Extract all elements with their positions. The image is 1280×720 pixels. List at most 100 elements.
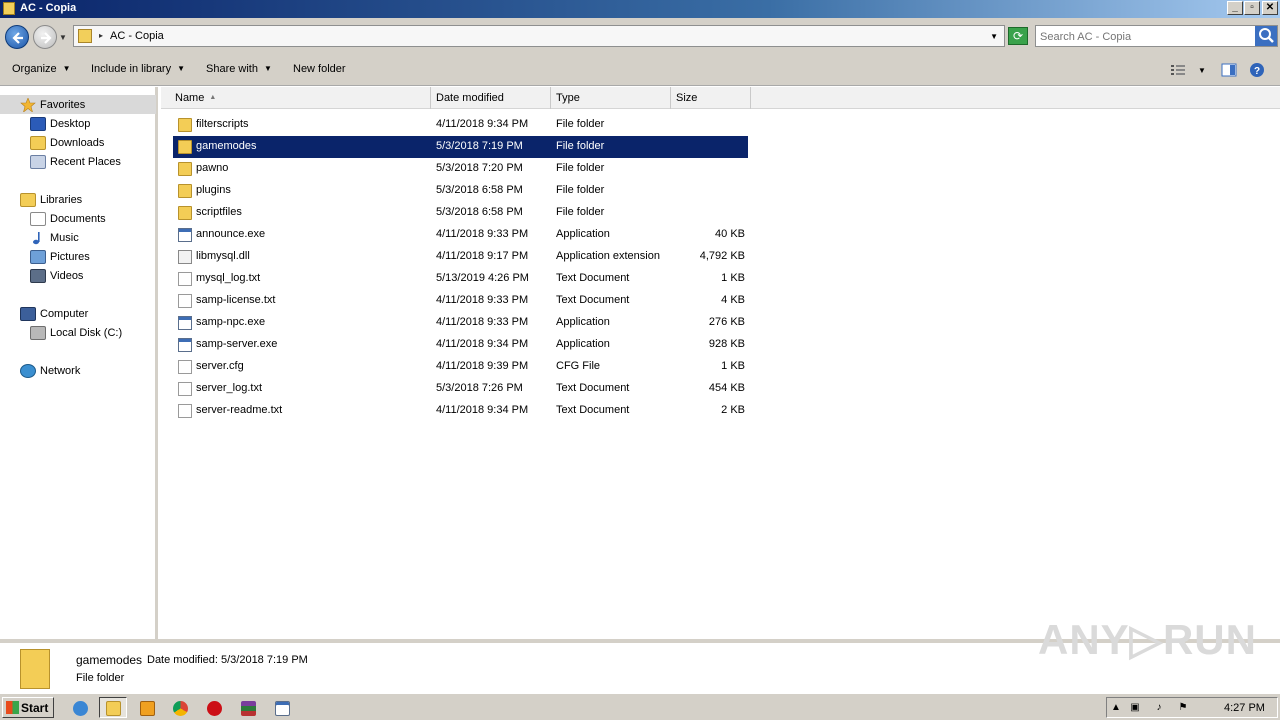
file-row[interactable]: announce.exe 4/11/2018 9:33 PM Applicati… (173, 224, 748, 246)
file-name: server_log.txt (196, 382, 263, 394)
column-header-name[interactable]: Name ▲ (170, 87, 431, 109)
chevron-down-icon: ▼ (62, 64, 71, 73)
file-type: CFG File (556, 360, 600, 372)
details-type: File folder (76, 672, 125, 684)
cfg-file-icon (178, 360, 192, 374)
column-header-type[interactable]: Type (551, 87, 671, 109)
preview-pane-icon[interactable] (1221, 62, 1237, 78)
file-date: 4/11/2018 9:33 PM (436, 294, 529, 306)
file-name: filterscripts (196, 118, 249, 130)
videos-icon (30, 269, 46, 283)
share-with-button[interactable]: Share with ▼ (206, 63, 272, 75)
network-status-icon[interactable]: ▣ (1129, 702, 1141, 714)
include-in-library-button[interactable]: Include in library ▼ (91, 63, 185, 75)
details-date-modified: Date modified: 5/3/2018 7:19 PM (147, 654, 308, 666)
taskbar-internet-explorer[interactable] (66, 697, 94, 718)
action-center-flag-icon[interactable]: ⚑ (1177, 702, 1189, 714)
view-options-icon[interactable] (1170, 62, 1186, 78)
text-document-icon (178, 272, 192, 286)
system-tray: ▲ ▣ ♪ ⚑ 4:27 PM (1106, 697, 1278, 718)
file-row[interactable]: pawno 5/3/2018 7:20 PM File folder (173, 158, 748, 180)
address-bar-row: ▼ ▸ AC - Copia ▼ ⟳ (0, 18, 1280, 54)
file-name: plugins (196, 184, 231, 196)
text-document-icon (178, 404, 192, 418)
winrar-icon (241, 701, 256, 716)
computer-icon (20, 307, 36, 321)
file-row[interactable]: samp-npc.exe 4/11/2018 9:33 PM Applicati… (173, 312, 748, 334)
search-icon[interactable] (1255, 26, 1277, 46)
file-row[interactable]: server.cfg 4/11/2018 9:39 PM CFG File 1 … (173, 356, 748, 378)
file-row[interactable]: mysql_log.txt 5/13/2019 4:26 PM Text Doc… (173, 268, 748, 290)
folder-icon (178, 184, 192, 198)
taskbar-chrome[interactable] (166, 697, 194, 718)
file-size: 40 KB (715, 228, 745, 240)
file-row[interactable]: samp-license.txt 4/11/2018 9:33 PM Text … (173, 290, 748, 312)
file-type: Text Document (556, 404, 630, 416)
recent-places-icon (30, 155, 46, 169)
file-list[interactable]: Name ▲ Date modified Type Size filterscri… (161, 87, 1280, 639)
documents-icon (30, 212, 46, 226)
back-button[interactable] (5, 25, 29, 49)
file-row-selected[interactable]: gamemodes 5/3/2018 7:19 PM File folder (173, 136, 748, 158)
volume-icon[interactable]: ♪ (1153, 702, 1165, 714)
address-field[interactable]: ▸ AC - Copia ▼ (73, 25, 1005, 47)
file-name: samp-npc.exe (196, 316, 266, 328)
new-folder-button[interactable]: New folder (293, 63, 346, 75)
chevron-down-icon: ▼ (263, 64, 272, 73)
file-row[interactable]: plugins 5/3/2018 6:58 PM File folder (173, 180, 748, 202)
file-row[interactable]: server-readme.txt 4/11/2018 9:34 PM Text… (173, 400, 748, 422)
organize-button[interactable]: Organize ▼ (12, 63, 71, 75)
opera-icon (207, 701, 222, 716)
file-date: 5/3/2018 6:58 PM (436, 184, 523, 196)
taskbar-explorer[interactable] (99, 697, 127, 718)
file-row[interactable]: scriptfiles 5/3/2018 6:58 PM File folder (173, 202, 748, 224)
nav-label: Pictures (50, 251, 90, 263)
file-row[interactable]: samp-server.exe 4/11/2018 9:34 PM Applic… (173, 334, 748, 356)
close-button[interactable]: ✕ (1262, 1, 1278, 15)
column-header-date[interactable]: Date modified (431, 87, 551, 109)
maximize-button[interactable]: ▫ (1244, 1, 1260, 15)
breadcrumb[interactable]: AC - Copia (110, 30, 164, 42)
desktop-icon (30, 117, 46, 131)
search-box[interactable] (1035, 25, 1278, 47)
nav-label: Computer (40, 308, 89, 320)
show-hidden-icons-icon[interactable]: ▲ (1110, 702, 1122, 714)
media-player-icon (140, 701, 155, 716)
column-header-size[interactable]: Size (671, 87, 751, 109)
svg-text:?: ? (1254, 66, 1260, 77)
nav-label: Documents (50, 213, 106, 225)
title-bar[interactable]: AC - Copia _ ▫ ✕ (0, 0, 1280, 18)
taskbar-opera[interactable] (200, 697, 228, 718)
window-title: AC - Copia (20, 2, 77, 14)
file-row[interactable]: libmysql.dll 4/11/2018 9:17 PM Applicati… (173, 246, 748, 268)
file-size: 276 KB (708, 316, 745, 328)
file-name: server.cfg (196, 360, 244, 372)
recent-pages-dropdown[interactable]: ▼ (59, 33, 67, 42)
search-input[interactable] (1040, 29, 1250, 44)
chrome-icon (173, 701, 188, 716)
column-label: Name (175, 92, 205, 104)
taskbar-application[interactable] (268, 697, 296, 718)
nav-label: Network (40, 365, 81, 377)
file-row[interactable]: filterscripts 4/11/2018 9:34 PM File fol… (173, 114, 748, 136)
folder-icon (178, 206, 192, 220)
breadcrumb-separator-icon[interactable]: ▸ (99, 31, 103, 40)
application-icon (178, 338, 192, 352)
share-with-label: Share with (206, 63, 258, 75)
minimize-button[interactable]: _ (1227, 1, 1243, 15)
file-date: 4/11/2018 9:33 PM (436, 316, 529, 328)
taskbar-winrar[interactable] (234, 697, 262, 718)
refresh-button[interactable]: ⟳ (1008, 27, 1028, 45)
address-dropdown-icon[interactable]: ▼ (990, 32, 998, 41)
view-dropdown-icon[interactable]: ▼ (1198, 66, 1206, 75)
taskbar-media-player[interactable] (133, 697, 161, 718)
help-icon[interactable]: ? (1249, 62, 1265, 78)
file-size: 2 KB (721, 404, 745, 416)
file-row[interactable]: server_log.txt 5/3/2018 7:26 PM Text Doc… (173, 378, 748, 400)
forward-button[interactable] (33, 25, 57, 49)
internet-explorer-icon (73, 701, 88, 716)
clock[interactable]: 4:27 PM (1224, 702, 1265, 714)
file-type: Text Document (556, 272, 630, 284)
start-button[interactable]: Start (2, 697, 54, 718)
organize-label: Organize (12, 63, 57, 75)
